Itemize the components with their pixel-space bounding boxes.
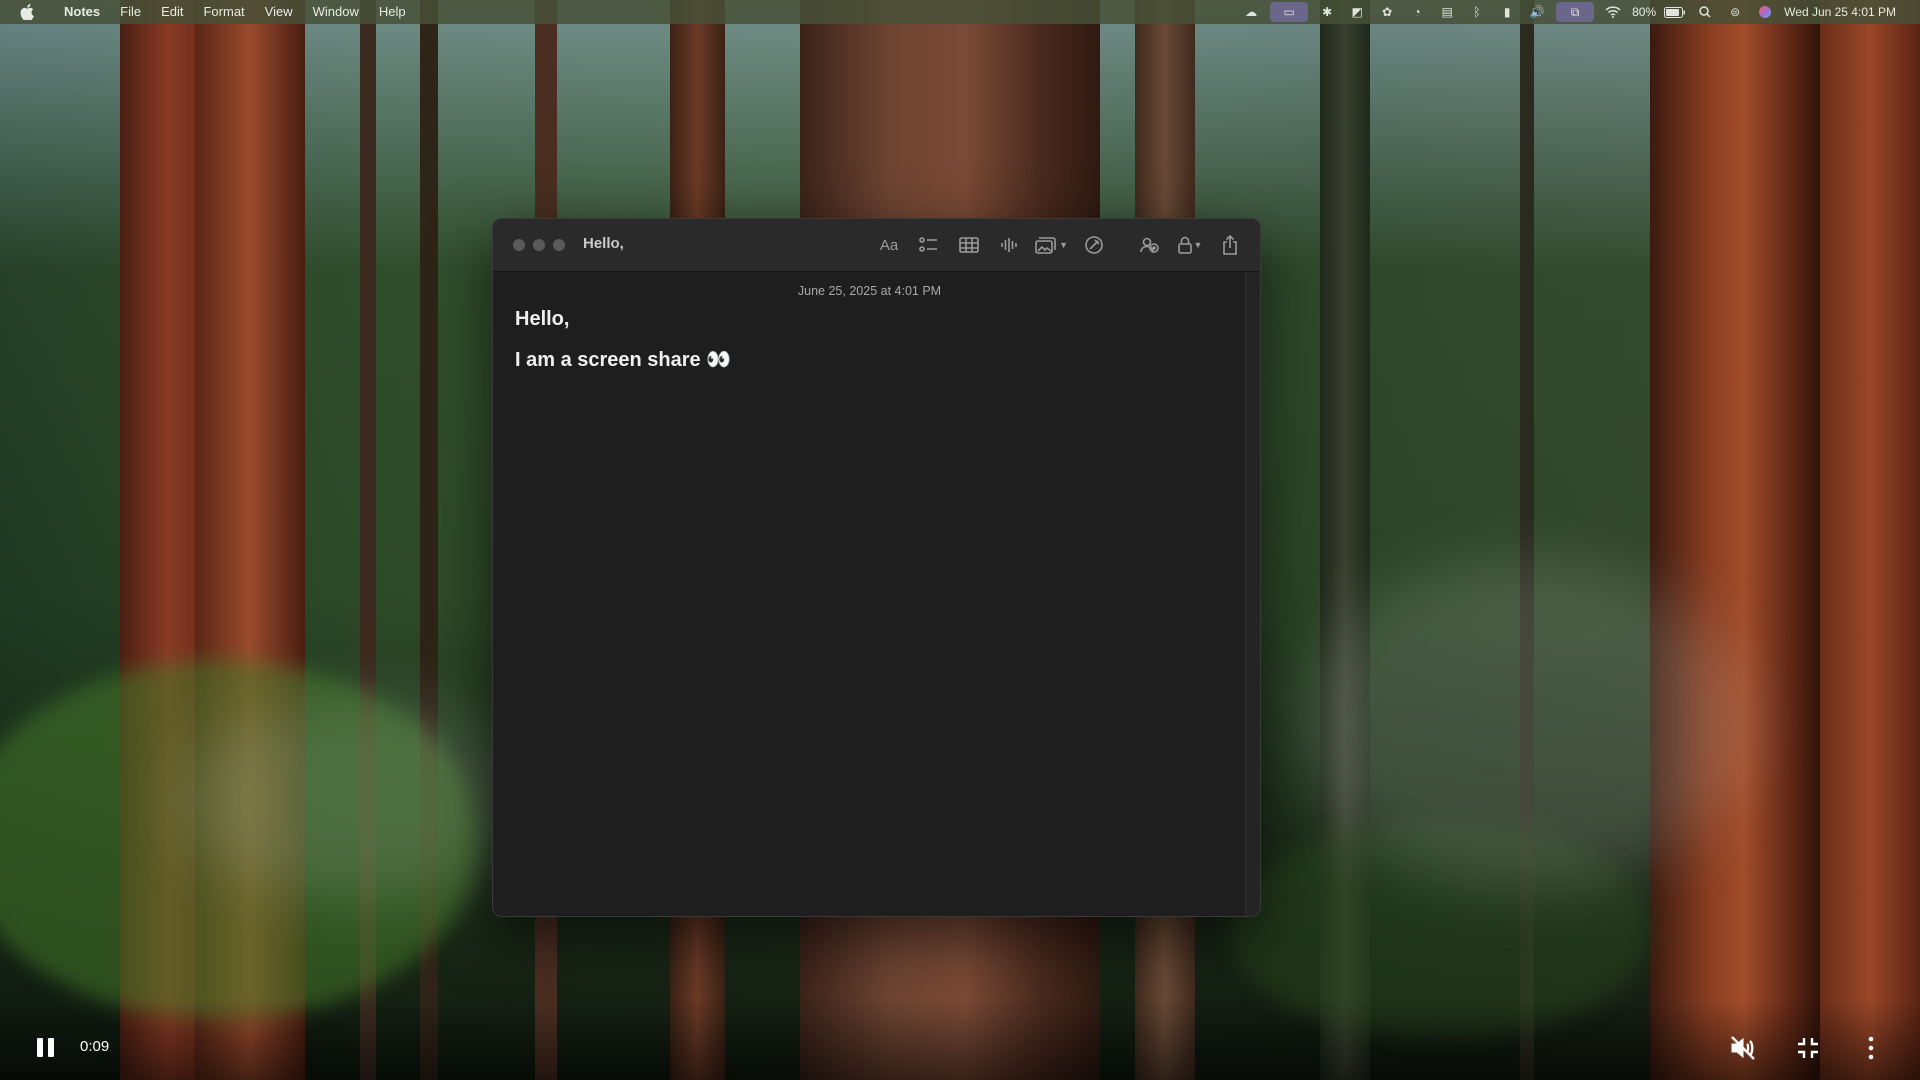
format-text-button[interactable]: Aa — [875, 231, 903, 259]
scrollbar[interactable] — [1245, 272, 1260, 916]
bluetooth-icon[interactable]: ᛒ — [1462, 0, 1492, 24]
menu-bar: Notes File Edit Format View Window Help … — [0, 0, 1920, 24]
search-icon[interactable] — [1690, 0, 1720, 24]
battery-percentage: 80% — [1632, 5, 1657, 19]
share-icon — [1223, 235, 1237, 255]
cloud-icon[interactable]: ☁ — [1236, 0, 1266, 24]
menu-file[interactable]: File — [110, 0, 151, 24]
minimize-button[interactable] — [533, 239, 545, 251]
markup-icon — [1085, 236, 1103, 254]
close-button[interactable] — [513, 239, 525, 251]
chevron-down-icon: ▼ — [1059, 240, 1068, 250]
share-button[interactable] — [1216, 231, 1244, 259]
gear-icon[interactable]: ✱ — [1312, 0, 1342, 24]
collaborate-button[interactable] — [1136, 231, 1164, 259]
tree-trunk — [1820, 0, 1920, 1080]
window-title: Hello, — [583, 235, 624, 252]
wifi-icon[interactable] — [1598, 0, 1628, 24]
exit-fullscreen-button[interactable] — [1793, 1034, 1823, 1062]
notes-window: Hello, Aa ▼ ▼ June 25, 2025 at 4:01 PM H… — [492, 218, 1261, 917]
siri-icon[interactable] — [1750, 0, 1780, 24]
table-button[interactable] — [955, 231, 983, 259]
checklist-icon — [919, 237, 938, 252]
menu-format[interactable]: Format — [193, 0, 254, 24]
vpn-icon[interactable]: ◩ — [1342, 0, 1372, 24]
audio-record-button[interactable] — [995, 231, 1023, 259]
exit-fullscreen-icon — [1798, 1038, 1818, 1058]
flower-icon[interactable]: ✿ — [1372, 0, 1402, 24]
vlc-icon[interactable]: ◔ — [1402, 0, 1432, 24]
video-controls-bar — [0, 1000, 1920, 1080]
tree-trunk — [1650, 0, 1820, 1080]
more-options-button[interactable] — [1856, 1034, 1886, 1062]
phone-icon[interactable]: ▮ — [1492, 0, 1522, 24]
control-center-icon[interactable]: ⊜ — [1720, 0, 1750, 24]
video-time: 0:09 — [80, 1038, 110, 1055]
collaborate-icon — [1140, 237, 1159, 253]
note-editor[interactable]: June 25, 2025 at 4:01 PM Hello, I am a s… — [493, 272, 1246, 916]
media-button[interactable]: ▼ — [1035, 231, 1068, 259]
note-title-line[interactable]: Hello, — [515, 308, 569, 331]
markup-button[interactable] — [1080, 231, 1108, 259]
keyboard-icon[interactable]: ▤ — [1432, 0, 1462, 24]
battery-icon[interactable] — [1660, 0, 1690, 24]
menu-view[interactable]: View — [255, 0, 303, 24]
pause-button[interactable] — [37, 1038, 57, 1058]
note-date: June 25, 2025 at 4:01 PM — [797, 284, 942, 298]
zoom-button[interactable] — [553, 239, 565, 251]
fog — [180, 700, 540, 900]
menubar-clock[interactable]: Wed Jun 25 4:01 PM — [1780, 5, 1900, 19]
note-body-line[interactable]: I am a screen share 👀 — [515, 347, 731, 372]
more-vertical-icon — [1868, 1036, 1874, 1060]
window-titlebar[interactable]: Hello, Aa ▼ ▼ — [493, 219, 1260, 272]
menu-app-notes[interactable]: Notes — [54, 0, 110, 24]
volume-icon[interactable]: 🔊 — [1522, 0, 1552, 24]
chevron-down-icon: ▼ — [1193, 240, 1203, 250]
menu-window[interactable]: Window — [303, 0, 369, 24]
muted-volume-icon — [1731, 1036, 1755, 1060]
screen-mirror-icon[interactable]: ▭ — [1270, 2, 1309, 22]
pause-icon — [37, 1038, 43, 1057]
window-controls — [513, 239, 565, 251]
menu-edit[interactable]: Edit — [151, 0, 193, 24]
mute-button[interactable] — [1728, 1034, 1758, 1062]
lock-icon — [1177, 236, 1192, 254]
screen-share-icon[interactable]: ⧉ — [1556, 2, 1595, 22]
lock-button[interactable]: ▼ — [1176, 231, 1204, 259]
media-icon — [1035, 236, 1056, 254]
menu-help[interactable]: Help — [369, 0, 416, 24]
checklist-button[interactable] — [915, 231, 943, 259]
notes-toolbar: Aa ▼ ▼ — [863, 231, 1244, 259]
pause-icon — [48, 1038, 54, 1057]
fog — [1300, 560, 1750, 890]
apple-menu-icon[interactable] — [20, 4, 34, 21]
table-icon — [959, 237, 979, 253]
audio-waveform-icon — [1001, 238, 1017, 252]
